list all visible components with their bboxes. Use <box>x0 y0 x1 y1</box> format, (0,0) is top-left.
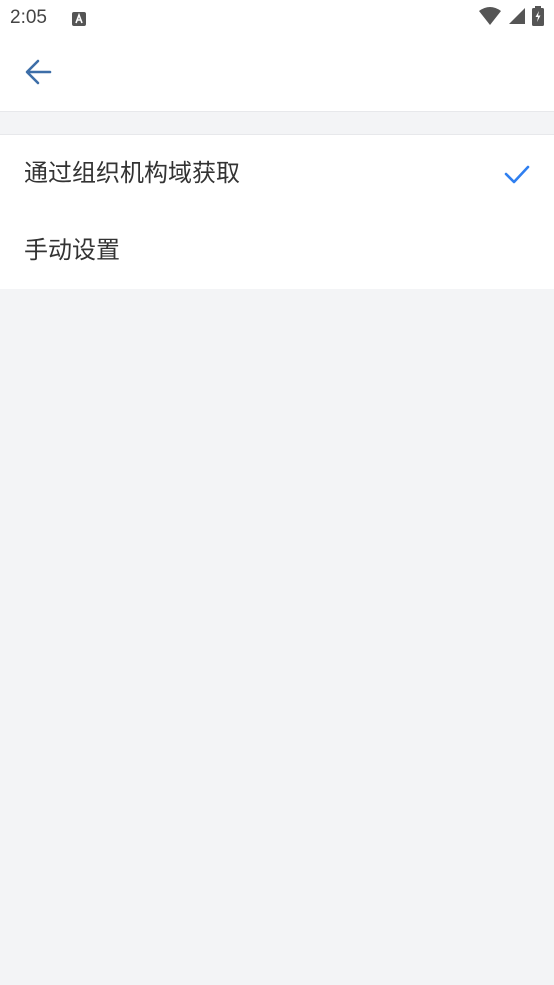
option-org-domain[interactable]: 通过组织机构域获取 <box>0 135 554 212</box>
arrow-left-icon <box>23 57 53 91</box>
status-bar: 2:05 <box>0 0 554 36</box>
option-manual[interactable]: 手动设置 <box>0 212 554 289</box>
app-bar <box>0 36 554 112</box>
status-time: 2:05 <box>10 7 47 28</box>
a-notification-icon <box>72 11 86 26</box>
wifi-icon <box>478 6 502 30</box>
back-button[interactable] <box>18 54 58 94</box>
battery-charging-icon <box>532 6 544 30</box>
option-list: 通过组织机构域获取 手动设置 <box>0 134 554 289</box>
option-label: 手动设置 <box>24 236 120 264</box>
option-label: 通过组织机构域获取 <box>24 159 240 187</box>
cellular-signal-icon <box>508 7 526 29</box>
checkmark-icon <box>504 161 530 187</box>
